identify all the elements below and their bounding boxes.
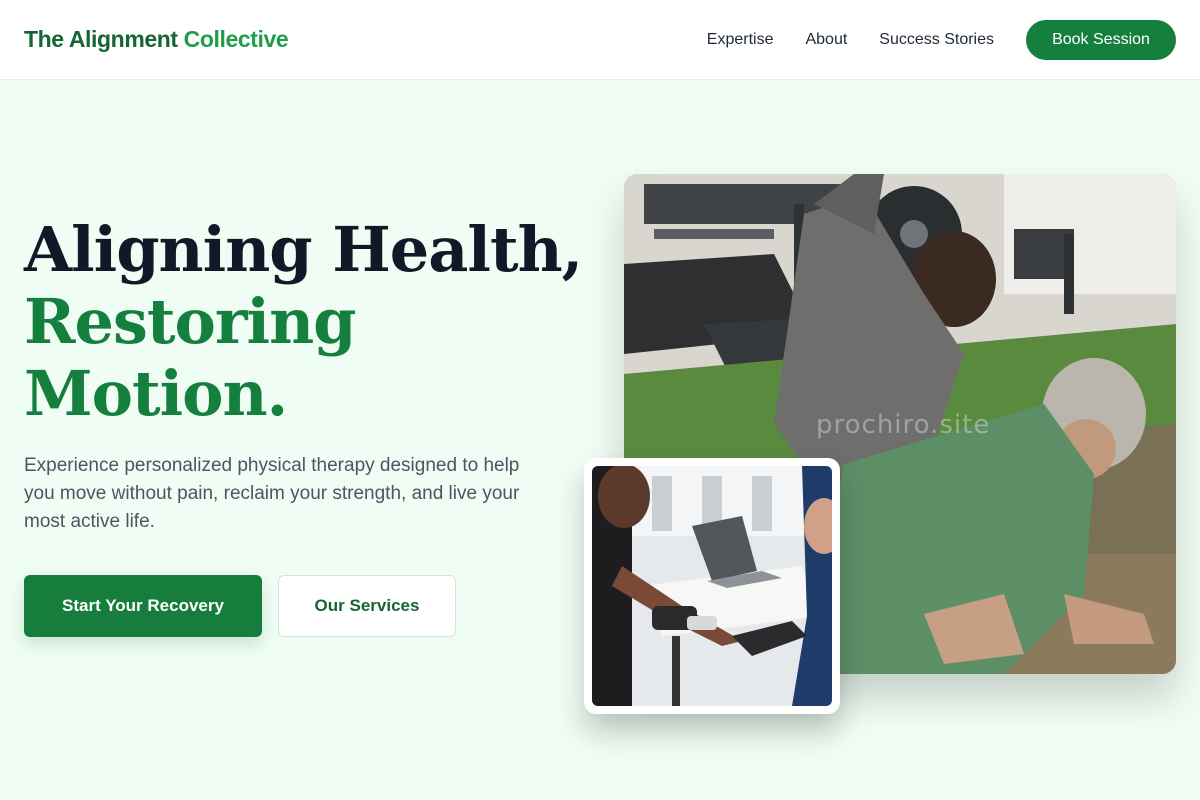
nav-link-about[interactable]: About	[805, 31, 847, 49]
nav-link-success-stories[interactable]: Success Stories	[879, 31, 994, 49]
hero-title-line-3: Motion.	[24, 357, 288, 430]
start-recovery-button[interactable]: Start Your Recovery	[24, 575, 262, 637]
hero-title: Aligning Health, Restoring Motion.	[24, 214, 604, 430]
hero-title-line-1: Aligning Health,	[24, 213, 583, 286]
logo[interactable]: The Alignment Collective	[24, 26, 289, 53]
inset-photo-illustration	[592, 466, 832, 706]
inset-photo	[592, 466, 832, 706]
main-nav: Expertise About Success Stories Book Ses…	[707, 19, 1176, 60]
book-session-button[interactable]: Book Session	[1026, 19, 1176, 60]
site-header: The Alignment Collective Expertise About…	[0, 0, 1200, 80]
hero-description: Experience personalized physical therapy…	[24, 455, 520, 532]
inset-photo-card	[584, 458, 840, 714]
our-services-button[interactable]: Our Services	[278, 575, 456, 637]
hero-title-line-2: Restoring	[24, 285, 357, 358]
nav-link-expertise[interactable]: Expertise	[707, 31, 774, 49]
logo-primary-text: The Alignment	[24, 26, 178, 52]
logo-accent-text: Collective	[183, 26, 289, 52]
watermark-text: prochiro.site	[816, 410, 991, 440]
